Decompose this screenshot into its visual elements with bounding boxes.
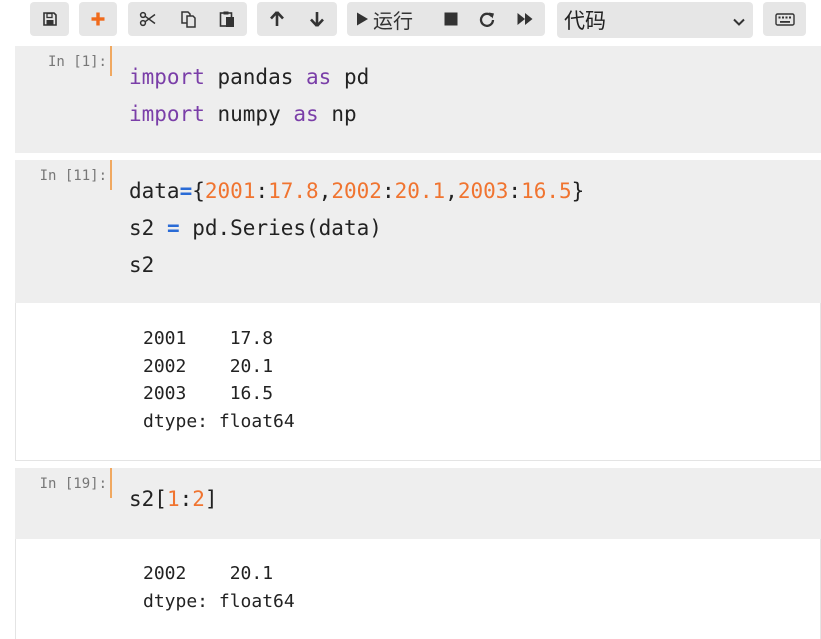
code-token: s2 (129, 253, 155, 277)
code-token: np (318, 102, 357, 126)
code-editor[interactable]: data={2001:17.8,2002:20.1,2003:16.5} s2 =… (129, 173, 584, 284)
output-line: 2001 17.8 (143, 328, 274, 349)
code-line: data={2001:17.8,2002:20.1,2003:16.5} (129, 173, 584, 210)
code-token: 2002 (331, 179, 382, 203)
keyboard-icon (774, 12, 795, 26)
code-token: pd.Series(data) (179, 216, 382, 240)
code-token: s2 (129, 216, 167, 240)
run-label: 运行 (373, 8, 413, 33)
arrow-up-icon (269, 10, 285, 28)
input-prompt: In [11]: (39, 168, 107, 184)
cell-output-2: 2001 17.8 2002 20.1 2003 16.5 dtype: float6… (15, 303, 821, 461)
code-token: : (255, 179, 269, 203)
command-palette-button[interactable] (763, 2, 806, 36)
code-line: import numpy as np (129, 96, 369, 133)
input-prompt: In [19]: (39, 476, 107, 492)
output-line: dtype: float64 (143, 590, 295, 612)
stop-icon (444, 12, 458, 26)
code-token: : (381, 179, 395, 203)
play-icon (355, 11, 369, 27)
output-line: dtype: float64 (143, 410, 295, 432)
code-token: pandas (204, 65, 307, 89)
output-line: 2002 20.1 (143, 355, 274, 377)
insert-cell-button[interactable] (79, 2, 117, 36)
arrow-down-icon (309, 10, 325, 28)
cut-button[interactable] (128, 2, 168, 36)
cell-selection-marker (110, 468, 112, 498)
code-line: import pandas as pd (129, 59, 369, 96)
run-button[interactable]: 运行 (347, 2, 434, 36)
fast-forward-icon (516, 11, 534, 27)
insert-button-group (79, 2, 117, 36)
copy-button[interactable] (168, 2, 207, 36)
code-token: 2003 (457, 179, 509, 203)
code-token: data (129, 179, 180, 203)
output-text: 2001 17.8 2002 20.1 2003 16.5 dtype: float6… (143, 325, 295, 435)
code-token: 20.1 (394, 179, 446, 203)
code-token: 2001 (204, 179, 256, 203)
code-token: import (129, 102, 205, 126)
code-token: : (508, 179, 522, 203)
cell-output-3: 2002 20.1 dtype: float64 (15, 539, 821, 639)
code-token: as (293, 102, 319, 126)
code-token: ] (204, 487, 218, 511)
paste-icon (218, 10, 236, 28)
code-token: , (318, 179, 332, 203)
code-cell-1[interactable]: In [1]: import pandas as pd import numpy … (15, 46, 821, 153)
restart-button[interactable] (468, 2, 506, 36)
plus-icon (90, 11, 106, 27)
input-prompt: In [1]: (47, 54, 107, 70)
move-button-group (257, 2, 337, 36)
restart-icon (479, 11, 495, 27)
code-line: s2[1:2] (129, 481, 218, 518)
chevron-down-icon (732, 14, 746, 32)
move-up-button[interactable] (257, 2, 297, 36)
code-token: { (192, 179, 205, 203)
code-line: s2 = pd.Series(data) (129, 210, 584, 247)
cell-type-value: 代码 (564, 9, 606, 33)
code-cell-2[interactable]: In [11]: data={2001:17.8,2002:20.1,2003:… (15, 160, 821, 303)
move-down-button[interactable] (297, 2, 337, 36)
paste-button[interactable] (207, 2, 247, 36)
code-editor[interactable]: import pandas as pd import numpy as np (129, 59, 369, 133)
code-editor[interactable]: s2[1:2] (129, 481, 218, 518)
code-token: 17.8 (268, 179, 319, 203)
code-token: 16.5 (521, 179, 572, 203)
interrupt-button[interactable] (434, 2, 468, 36)
edit-button-group (128, 2, 247, 36)
cell-selection-marker (110, 46, 112, 76)
code-token: = (166, 216, 180, 240)
code-token: = (179, 179, 193, 203)
code-token: } (571, 179, 585, 203)
cell-selection-marker (110, 160, 112, 190)
code-token: 1 (166, 487, 180, 511)
restart-run-all-button[interactable] (506, 2, 544, 36)
notebook-toolbar: 运行 代码 (0, 0, 821, 40)
cut-icon (139, 11, 157, 27)
output-line: 2002 20.1 (143, 563, 274, 584)
code-token: s2[ (129, 487, 167, 511)
code-token: , (445, 179, 458, 203)
code-token: 2 (192, 487, 205, 511)
code-cell-3[interactable]: In [19]: s2[1:2] (15, 468, 821, 539)
run-button-group: 运行 (347, 2, 545, 36)
cell-type-select[interactable]: 代码 (557, 2, 753, 38)
copy-icon (179, 10, 197, 28)
command-palette-group (763, 2, 806, 36)
output-text: 2002 20.1 dtype: float64 (143, 560, 295, 615)
code-token: numpy (204, 102, 294, 126)
code-line: s2 (129, 247, 584, 284)
save-button[interactable] (30, 2, 69, 36)
save-button-group (30, 2, 69, 36)
code-token: import (129, 65, 205, 89)
code-token: : (179, 487, 193, 511)
save-icon (42, 11, 58, 27)
output-line: 2003 16.5 (143, 383, 274, 405)
code-token: as (306, 65, 332, 89)
code-token: pd (331, 65, 370, 89)
